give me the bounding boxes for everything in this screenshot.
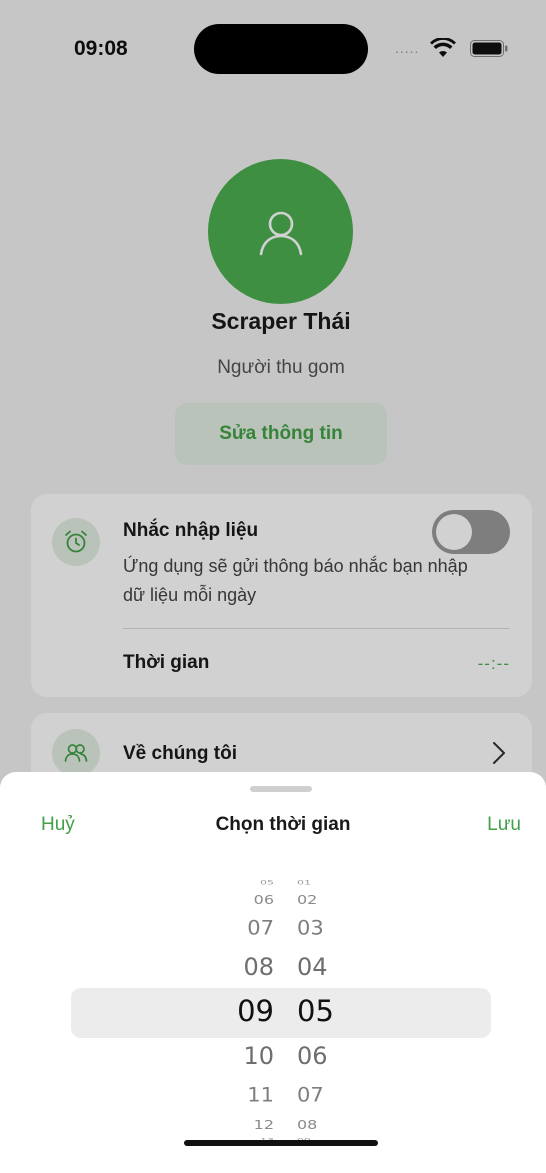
minute-option[interactable]: 07 bbox=[283, 1084, 353, 1106]
hour-option[interactable]: 12 bbox=[210, 1117, 280, 1132]
minute-option[interactable]: 04 bbox=[283, 953, 353, 981]
minute-option[interactable]: 06 bbox=[283, 1042, 353, 1070]
minute-option-selected[interactable]: 05 bbox=[283, 994, 353, 1028]
hour-option[interactable]: 05 bbox=[210, 879, 280, 886]
minute-option[interactable]: 08 bbox=[283, 1117, 353, 1132]
hour-option[interactable]: 10 bbox=[210, 1042, 280, 1070]
hour-option[interactable]: 08 bbox=[210, 953, 280, 981]
hour-option[interactable]: 11 bbox=[210, 1084, 280, 1106]
home-indicator[interactable] bbox=[184, 1140, 378, 1146]
save-button[interactable]: Lưu bbox=[487, 814, 521, 836]
hour-option[interactable]: 07 bbox=[210, 917, 280, 939]
minute-option[interactable]: 01 bbox=[283, 879, 353, 886]
minute-option[interactable]: 03 bbox=[283, 917, 353, 939]
hour-option[interactable]: 06 bbox=[210, 892, 280, 907]
picker-selection-highlight bbox=[71, 988, 491, 1038]
minute-option[interactable]: 02 bbox=[283, 892, 353, 907]
minute-wheel[interactable]: 010203040506070809 bbox=[283, 772, 353, 1173]
time-picker-sheet: Huỷ Chọn thời gian Lưu 05060708091011121… bbox=[0, 772, 546, 1173]
hour-option-selected[interactable]: 09 bbox=[210, 994, 280, 1028]
hour-wheel[interactable]: 050607080910111213 bbox=[210, 772, 280, 1173]
